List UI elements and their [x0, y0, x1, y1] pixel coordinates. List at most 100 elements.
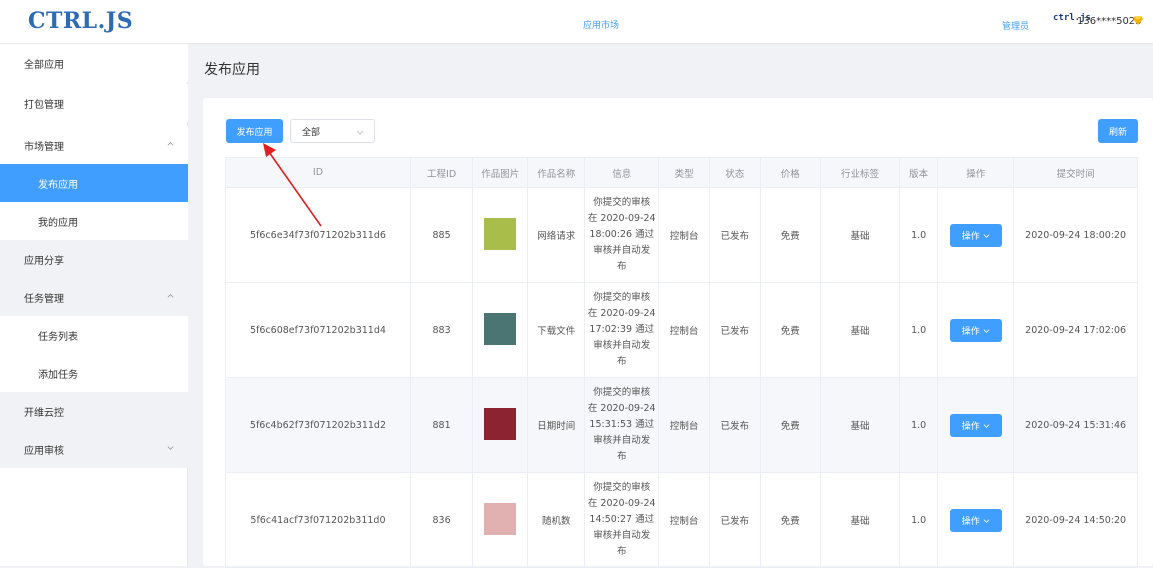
- sidebar-item-all-apps[interactable]: 全部应用: [0, 44, 188, 82]
- table-row: 5f6c41acf73f071202b311d0 836 随机数 你提交的审核 …: [225, 472, 1138, 568]
- sidebar-item-add-task[interactable]: 添加任务: [0, 354, 188, 392]
- info-line: 15:31:53 通过: [589, 419, 655, 430]
- sidebar-item-publish-app[interactable]: 发布应用: [0, 164, 188, 202]
- cell-submit-time: 2020-09-24 14:50:20: [1013, 472, 1138, 568]
- cell-id: 5f6c6e34f73f071202b311d6: [225, 187, 411, 283]
- operation-dropdown-button[interactable]: 操作: [949, 318, 1002, 342]
- cell-name: 下载文件: [527, 282, 586, 378]
- operation-dropdown-button[interactable]: 操作: [949, 413, 1002, 437]
- cell-thumbnail: [472, 187, 529, 283]
- table-row: 5f6c4b62f73f071202b311d2 881 日期时间 你提交的审核…: [225, 377, 1138, 473]
- column-header: 版本: [899, 157, 939, 188]
- chevron-down-icon: [983, 423, 990, 428]
- info-line: 你提交的审核: [593, 482, 651, 493]
- chevron-down-icon: [983, 518, 990, 523]
- app-thumbnail[interactable]: [484, 502, 517, 535]
- column-header: ID: [225, 157, 411, 188]
- sidebar-item-label: 我的应用: [38, 217, 78, 229]
- nav-app-market[interactable]: 应用市场: [583, 18, 619, 31]
- sidebar-item-label: 应用审核: [24, 445, 64, 457]
- operation-dropdown-button[interactable]: 操作: [949, 223, 1002, 247]
- app-logo[interactable]: CTRL.JS: [28, 8, 133, 34]
- info-line: 布: [616, 356, 627, 367]
- admin-link[interactable]: 管理员: [1002, 19, 1029, 32]
- cell-submit-time: 2020-09-24 15:31:46: [1013, 377, 1138, 473]
- sidebar-item-label: 打包管理: [24, 99, 64, 111]
- info-line: 在 2020-09-24: [587, 213, 656, 224]
- sidebar-item-market-management[interactable]: 市场管理: [0, 126, 188, 164]
- sidebar-item-label: 开维云控: [24, 407, 64, 419]
- page-title: 发布应用: [204, 62, 260, 78]
- operation-label: 操作: [961, 515, 980, 526]
- info-line: 14:50:27 通过: [589, 514, 655, 525]
- cell-name: 随机数: [527, 472, 586, 568]
- cell-info: 你提交的审核 在 2020-09-24 14:50:27 通过 审核并自动发 布: [584, 472, 660, 568]
- cell-version: 1.0: [899, 187, 939, 283]
- refresh-button[interactable]: 刷新: [1098, 119, 1138, 143]
- cell-price: 免费: [759, 187, 821, 283]
- operation-label: 操作: [961, 325, 980, 336]
- cell-tag: 基础: [819, 282, 901, 378]
- sidebar-item-label: 任务列表: [38, 331, 78, 343]
- column-header: 行业标签: [819, 157, 901, 188]
- cell-actions: 操作: [937, 472, 1015, 568]
- app-thumbnail[interactable]: [484, 312, 517, 345]
- table-row: 5f6c608ef73f071202b311d4 883 下载文件 你提交的审核…: [225, 282, 1138, 378]
- cell-price: 免费: [759, 377, 821, 473]
- cell-status: 已发布: [708, 282, 761, 378]
- sidebar-item-app-share[interactable]: 应用分享: [0, 240, 188, 278]
- cell-project-id: 883: [409, 282, 474, 378]
- cell-id: 5f6c608ef73f071202b311d4: [225, 282, 411, 378]
- operation-dropdown-button[interactable]: 操作: [949, 508, 1002, 532]
- cell-project-id: 885: [409, 187, 474, 283]
- cell-id: 5f6c4b62f73f071202b311d2: [225, 377, 411, 473]
- info-line: 审核并自动发: [593, 340, 651, 351]
- filter-select-value: 全部: [302, 128, 321, 138]
- sidebar-item-cloud-control[interactable]: 开维云控: [0, 392, 188, 430]
- gem-icon: [1133, 16, 1143, 25]
- cell-actions: 操作: [937, 282, 1015, 378]
- info-line: 审核并自动发: [593, 245, 651, 256]
- column-header: 类型: [658, 157, 710, 188]
- info-line: 在 2020-09-24: [587, 498, 656, 509]
- cell-type: 控制台: [658, 472, 710, 568]
- cell-tag: 基础: [819, 187, 901, 283]
- info-line: 审核并自动发: [593, 435, 651, 446]
- info-line: 你提交的审核: [593, 197, 651, 208]
- sidebar-item-label: 市场管理: [24, 141, 64, 153]
- cell-info: 你提交的审核 在 2020-09-24 15:31:53 通过 审核并自动发 布: [584, 377, 660, 473]
- sidebar-item-package-management[interactable]: 打包管理: [0, 84, 188, 122]
- sidebar-item-task-list[interactable]: 任务列表: [0, 316, 188, 354]
- info-line: 审核并自动发: [593, 530, 651, 541]
- cell-actions: 操作: [937, 377, 1015, 473]
- filter-select[interactable]: 全部: [290, 119, 375, 143]
- sidebar-item-label: 添加任务: [38, 369, 78, 381]
- column-header: 信息: [584, 157, 660, 188]
- sidebar-item-task-management[interactable]: 任务管理: [0, 278, 188, 316]
- app-thumbnail[interactable]: [484, 217, 517, 250]
- cell-type: 控制台: [658, 187, 710, 283]
- info-line: 在 2020-09-24: [587, 308, 656, 319]
- cell-type: 控制台: [658, 377, 710, 473]
- column-header: 提交时间: [1013, 157, 1138, 188]
- cell-status: 已发布: [708, 472, 761, 568]
- cell-submit-time: 2020-09-24 17:02:06: [1013, 282, 1138, 378]
- cell-tag: 基础: [819, 472, 901, 568]
- publish-app-button[interactable]: 发布应用: [226, 119, 283, 143]
- cell-version: 1.0: [899, 472, 939, 568]
- sidebar: 全部应用 打包管理 市场管理 发布应用 我的应用 应用分享 任务管理 任务列表 …: [0, 44, 188, 566]
- cell-status: 已发布: [708, 187, 761, 283]
- cell-thumbnail: [472, 282, 529, 378]
- user-phone[interactable]: 136****5023: [1077, 16, 1142, 27]
- chevron-up-icon: [167, 142, 174, 146]
- cell-info: 你提交的审核 在 2020-09-24 18:00:26 通过 审核并自动发 布: [584, 187, 660, 283]
- sidebar-item-label: 全部应用: [24, 59, 64, 71]
- sidebar-item-my-apps[interactable]: 我的应用: [0, 202, 188, 240]
- cell-version: 1.0: [899, 377, 939, 473]
- info-line: 在 2020-09-24: [587, 403, 656, 414]
- cell-tag: 基础: [819, 377, 901, 473]
- app-thumbnail[interactable]: [484, 407, 517, 440]
- chevron-down-icon: [167, 446, 174, 450]
- info-line: 布: [616, 261, 627, 272]
- sidebar-item-app-review[interactable]: 应用审核: [0, 430, 188, 468]
